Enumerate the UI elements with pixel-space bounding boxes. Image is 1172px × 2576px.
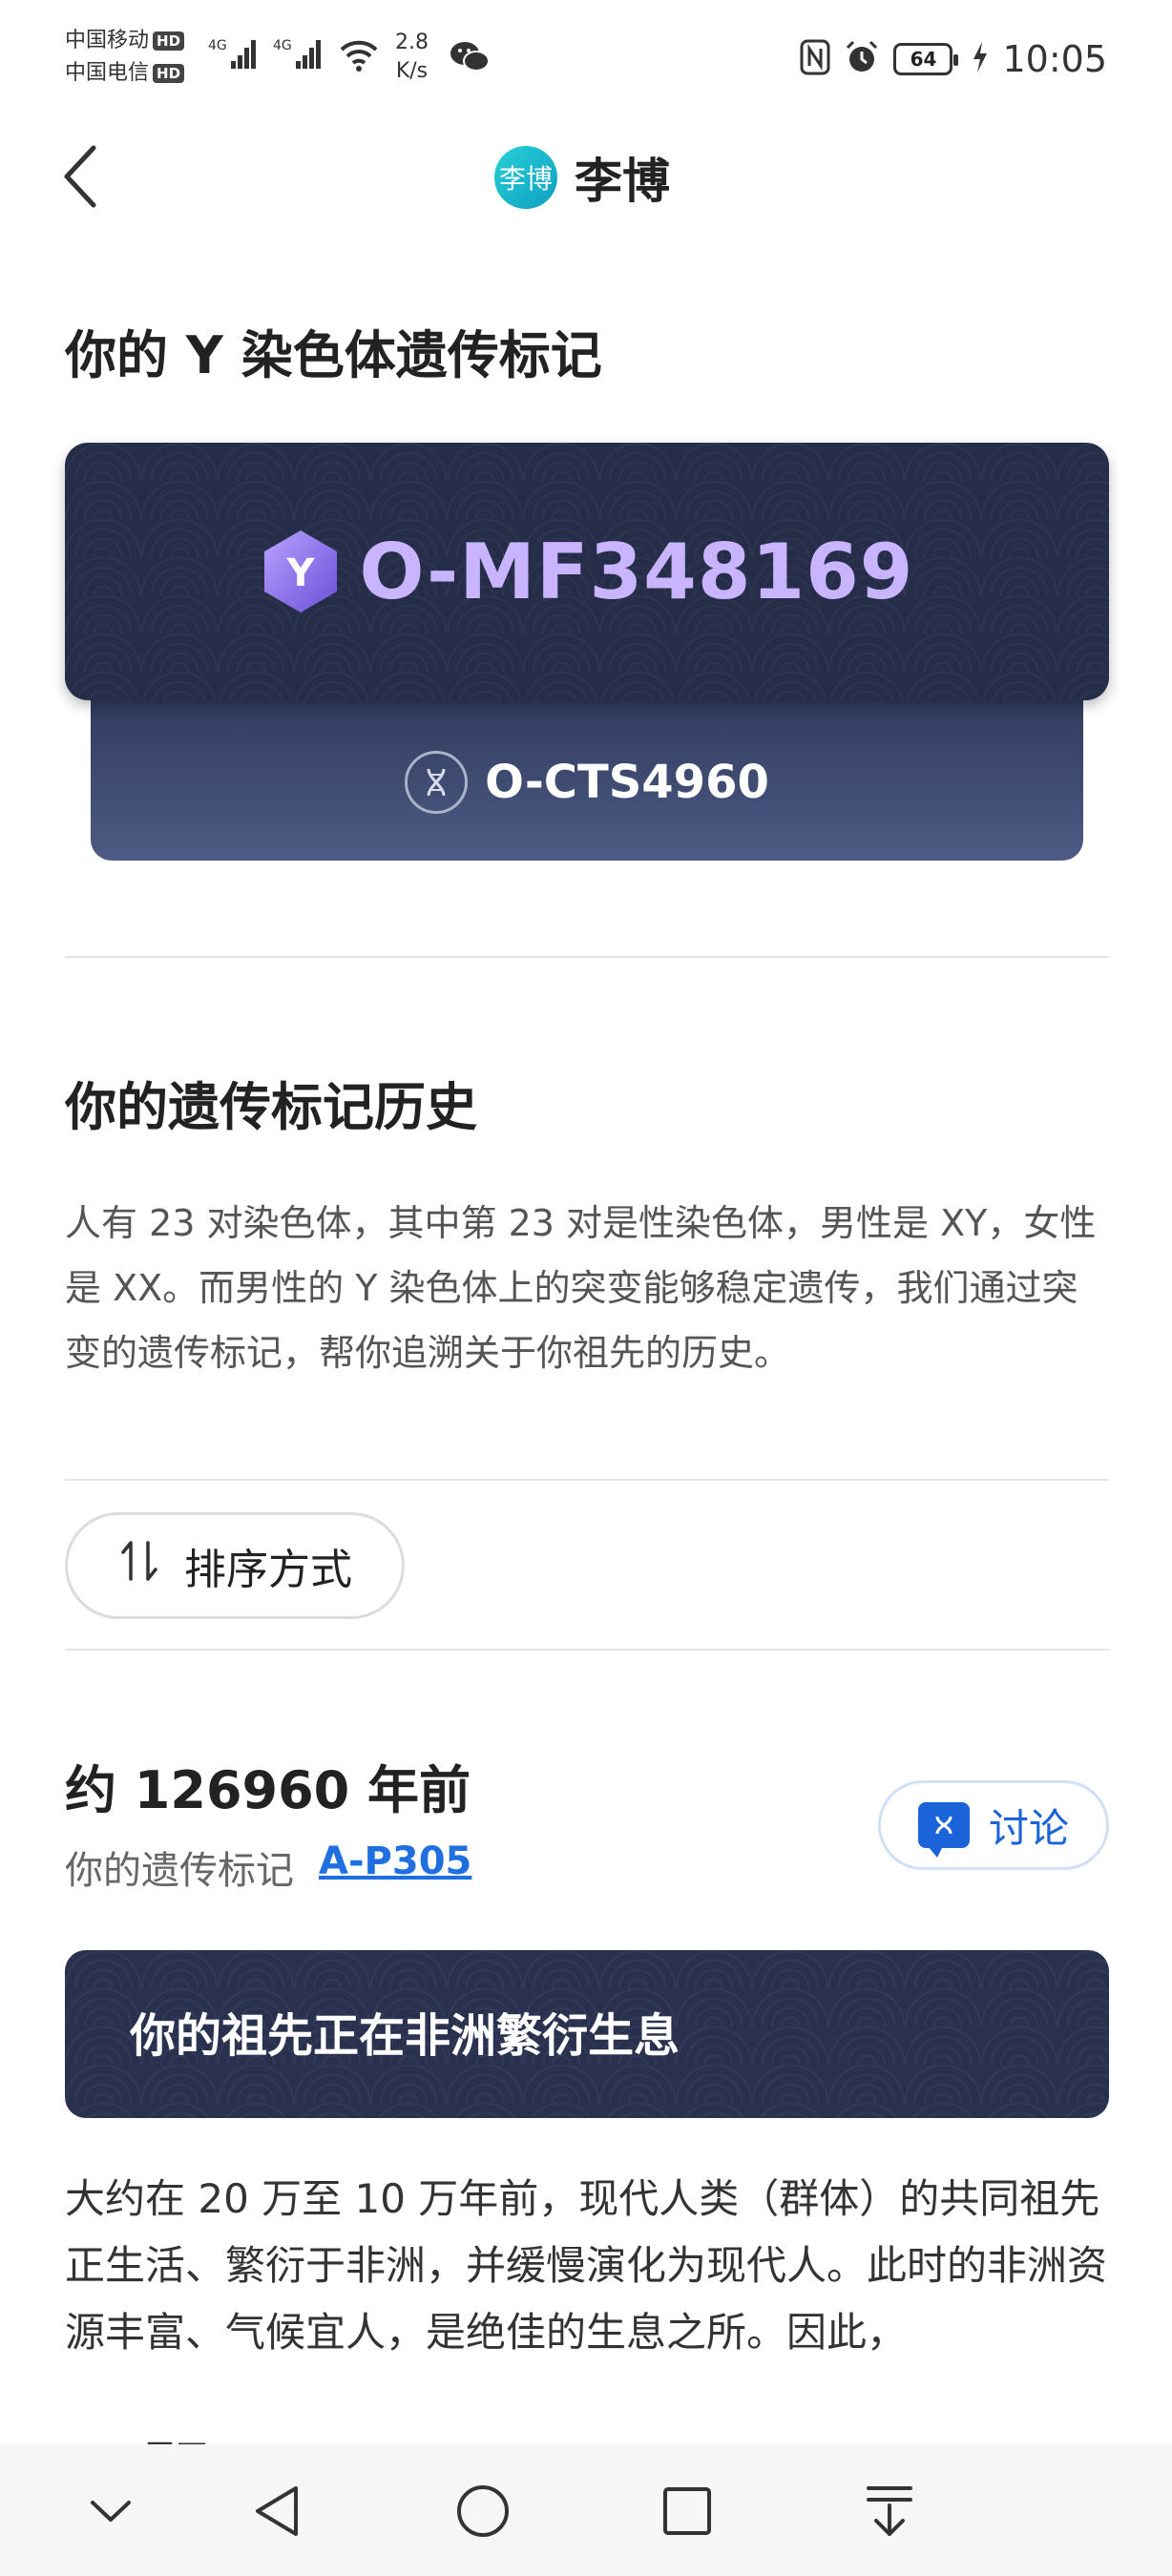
- hd-badge-1: HD: [153, 31, 185, 51]
- era-title: 约 126960 年前: [65, 1760, 471, 1820]
- hd-badge-2: HD: [153, 64, 185, 83]
- era-banner: 你的祖先正在非洲繁衍生息: [65, 1950, 1109, 2118]
- subclade-label: O-CTS4960: [485, 756, 769, 809]
- sort-label: 排序方式: [184, 1546, 352, 1594]
- recents-icon[interactable]: [649, 2473, 725, 2549]
- carrier-2: 中国电信: [65, 61, 150, 85]
- y-badge-icon: Y: [261, 529, 341, 614]
- nav-header: 李博 李博: [0, 119, 1172, 234]
- wifi-icon: [338, 38, 380, 76]
- svg-text:4G: 4G: [273, 38, 292, 53]
- back-button[interactable]: [55, 142, 113, 211]
- y-badge-letter: Y: [285, 551, 315, 595]
- history-description: 人有 23 对染色体，其中第 23 对是性染色体，男性是 XY，女性是 XX。而…: [65, 1202, 1097, 1374]
- pull-down-icon[interactable]: [851, 2473, 928, 2549]
- chevron-left-icon: [64, 145, 96, 208]
- back-icon[interactable]: [239, 2473, 315, 2549]
- banner-title: 你的祖先正在非洲繁衍生息: [130, 2009, 680, 2063]
- carrier-info: 中国移动 HD 中国电信 HD: [65, 25, 185, 90]
- sort-button[interactable]: 排序方式: [65, 1512, 405, 1619]
- profile-header[interactable]: 李博 李博: [494, 143, 670, 212]
- svg-text:4G: 4G: [208, 38, 227, 53]
- discuss-label: 讨论: [988, 1804, 1069, 1852]
- section-divider: [65, 956, 1109, 958]
- section-divider: [65, 1649, 1109, 1651]
- carrier-1: 中国移动: [65, 29, 150, 52]
- marker-prefix: 你的遗传标记: [65, 1849, 294, 1893]
- subclade-row: O-CTS4960: [91, 725, 1083, 840]
- avatar: 李博: [494, 146, 557, 209]
- y-marker-heading: 你的 Y 染色体遗传标记: [65, 325, 602, 385]
- net-speed-unit: K/s: [395, 59, 429, 83]
- collapse-icon[interactable]: [73, 2473, 149, 2549]
- nfc-icon: [800, 39, 830, 79]
- chat-icon: [917, 1802, 970, 1858]
- marker-link[interactable]: A-P305: [319, 1839, 471, 1895]
- page-title: 李博: [575, 154, 670, 209]
- section-divider: [65, 1479, 1109, 1481]
- sort-icon: [117, 1539, 161, 1592]
- history-heading: 你的遗传标记历史: [65, 1077, 477, 1137]
- wechat-icon: [449, 38, 491, 80]
- home-icon[interactable]: [445, 2473, 521, 2549]
- battery-icon: 64: [893, 43, 959, 75]
- net-speed-value: 2.8: [395, 31, 429, 54]
- haplogroup-card: Y O-MF348169: [65, 443, 1109, 700]
- signal-icon-2: 4G: [273, 34, 326, 76]
- discuss-button[interactable]: 讨论: [878, 1780, 1109, 1870]
- charging-icon: [972, 40, 989, 78]
- system-nav-bar: [0, 2444, 1172, 2576]
- alarm-icon: [844, 39, 880, 79]
- dna-icon: [405, 751, 469, 814]
- signal-icon-1: 4G: [208, 34, 262, 76]
- net-speed: 2.8 K/s: [395, 29, 429, 86]
- era-story: 大约在 20 万至 10 万年前，现代人类（群体）的共同祖先正生活、繁衍于非洲，…: [65, 2175, 1108, 2356]
- haplogroup-label: O-MF348169: [359, 527, 914, 616]
- marker-row: 你的遗传标记 A-P305: [65, 1839, 471, 1895]
- status-bar: 中国移动 HD 中国电信 HD 4G 4G 2.8 K/s 64 10:05: [0, 0, 1172, 119]
- system-status-icons: 64 10:05: [800, 36, 1107, 82]
- clock: 10:05: [1002, 38, 1107, 80]
